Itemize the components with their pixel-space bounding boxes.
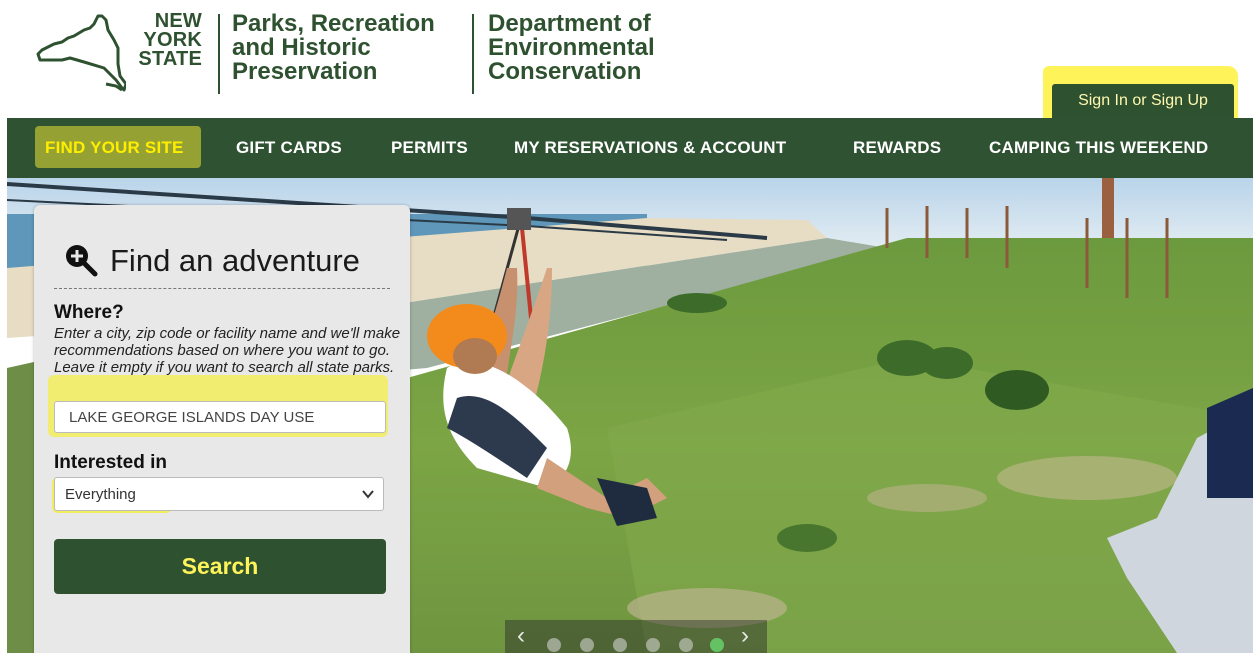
carousel-dot[interactable] bbox=[646, 638, 660, 652]
interest-select[interactable]: Everything bbox=[54, 477, 384, 511]
main-nav: FIND YOUR SITE GIFT CARDS PERMITS MY RES… bbox=[7, 118, 1253, 178]
nav-permits[interactable]: PERMITS bbox=[391, 138, 468, 158]
ny-state-map-icon bbox=[36, 14, 126, 92]
dec-org-name[interactable]: Department of Environmental Conservation bbox=[488, 12, 655, 84]
sign-in-button[interactable]: Sign In or Sign Up bbox=[1052, 84, 1234, 118]
carousel-dot[interactable] bbox=[613, 638, 627, 652]
site-header: NEW YORK STATE Parks, Recreation and His… bbox=[0, 0, 1253, 118]
interest-select-value: Everything bbox=[65, 485, 136, 503]
carousel-dot[interactable] bbox=[580, 638, 594, 652]
search-button[interactable]: Search bbox=[54, 539, 386, 594]
carousel-next-button[interactable]: › bbox=[741, 622, 749, 650]
location-input[interactable]: LAKE GEORGE ISLANDS DAY USE bbox=[54, 401, 386, 433]
where-label: Where? bbox=[54, 302, 124, 323]
nav-rewards[interactable]: REWARDS bbox=[853, 138, 941, 158]
nav-camping-this-weekend[interactable]: CAMPING THIS WEEKEND bbox=[989, 138, 1208, 158]
nav-gift-cards[interactable]: GIFT CARDS bbox=[236, 138, 342, 158]
nav-my-reservations[interactable]: MY RESERVATIONS & ACCOUNT bbox=[514, 138, 786, 158]
header-divider bbox=[472, 14, 474, 94]
carousel-controls: ‹ › bbox=[505, 620, 767, 653]
carousel-dot[interactable] bbox=[547, 638, 561, 652]
carousel-dot-active[interactable] bbox=[710, 638, 724, 652]
panel-title: Find an adventure bbox=[110, 243, 360, 278]
nav-find-your-site[interactable]: FIND YOUR SITE bbox=[45, 138, 184, 158]
parks-org-name[interactable]: Parks, Recreation and Historic Preservat… bbox=[232, 12, 435, 84]
magnifier-plus-icon bbox=[66, 245, 98, 277]
search-panel: Find an adventure Where? Enter a city, z… bbox=[34, 205, 410, 653]
nys-wordmark[interactable]: NEW YORK STATE bbox=[130, 11, 202, 69]
interest-label: Interested in bbox=[54, 452, 167, 473]
search-button-label: Search bbox=[181, 553, 259, 579]
header-divider bbox=[218, 14, 220, 94]
page: NEW YORK STATE Parks, Recreation and His… bbox=[0, 0, 1253, 653]
where-help-text: Enter a city, zip code or facility name … bbox=[54, 325, 401, 376]
carousel-prev-button[interactable]: ‹ bbox=[517, 622, 525, 650]
carousel-dot[interactable] bbox=[679, 638, 693, 652]
dotted-divider bbox=[54, 288, 390, 289]
chevron-down-icon bbox=[362, 490, 374, 499]
